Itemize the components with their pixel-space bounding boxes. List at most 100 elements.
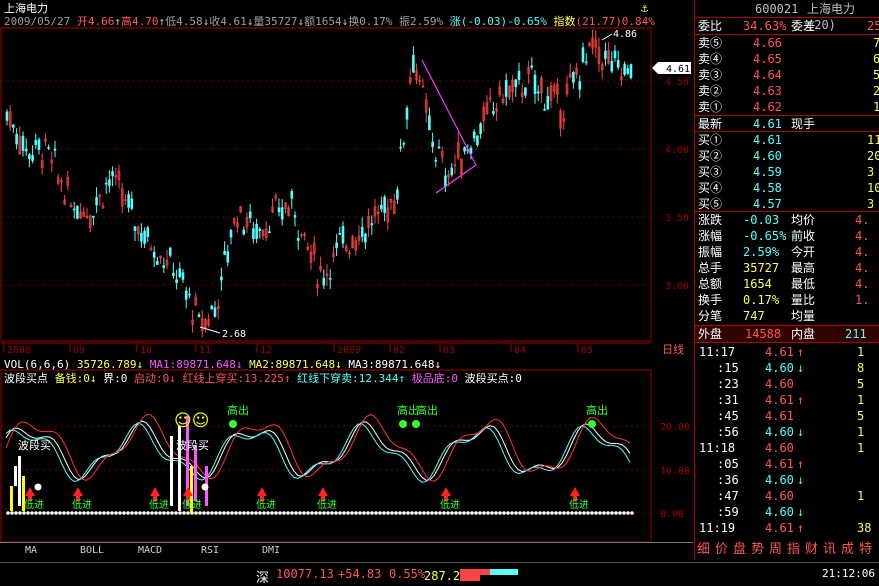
- tick-row: 11:18 4.60 1: [695, 440, 879, 456]
- bid-label: 买③: [698, 165, 723, 179]
- candle-body: [341, 226, 345, 244]
- low-in-arrow: [570, 487, 580, 496]
- baseline-dot: [290, 511, 294, 515]
- bid-vol: 10: [867, 181, 879, 195]
- candle-body: [34, 139, 38, 145]
- stat-row: 分笔 747 均量: [695, 308, 879, 324]
- baseline-dot: [58, 511, 62, 515]
- waipan-label: 外盘: [698, 327, 723, 341]
- ask-label: 卖①: [698, 100, 723, 114]
- anchor-icon: ⚓: [641, 1, 649, 15]
- baseline-dot: [302, 511, 306, 515]
- date-tick-label: 02: [393, 345, 405, 356]
- baseline-dot: [70, 511, 74, 515]
- baseline-dot: [450, 511, 454, 515]
- tick-row: :47 4.60 1: [695, 488, 879, 504]
- tick-price: 4.61: [765, 345, 794, 359]
- panel-tab[interactable]: 财: [805, 542, 818, 558]
- baseline-dot: [542, 511, 546, 515]
- bid-row: 买⑤ 4.57 3: [695, 196, 879, 212]
- label-dijin: 低进: [440, 498, 460, 511]
- label-dijin: 低进: [256, 498, 276, 511]
- candle-body: [402, 143, 406, 145]
- stat-label: 分笔: [698, 309, 723, 323]
- tick-time: :47: [717, 489, 739, 503]
- panel-tab[interactable]: 指: [787, 542, 800, 558]
- baseline-dot: [318, 511, 322, 515]
- candle-body: [492, 111, 495, 115]
- baseline-dot: [430, 511, 434, 515]
- baseline-dot: [498, 511, 502, 515]
- baseline-dot: [554, 511, 558, 515]
- candle-body: [616, 60, 620, 68]
- baseline-dot: [86, 511, 90, 515]
- xianshou-label: 现手: [791, 117, 816, 131]
- amp-value: 2.59%: [409, 15, 444, 28]
- baseline-dot: [486, 511, 490, 515]
- tab-rsi[interactable]: RSI: [201, 545, 219, 556]
- baseline-dot: [194, 511, 198, 515]
- panel-tab[interactable]: 细: [697, 542, 710, 558]
- candle-body: [146, 227, 150, 238]
- tab-boll[interactable]: BOLL: [80, 545, 104, 556]
- ask-label: 卖⑤: [698, 36, 723, 50]
- panel-tab[interactable]: 盘: [733, 542, 746, 558]
- bid-label: 买⑤: [698, 197, 723, 211]
- tick-row: :36 4.60 ↓: [695, 472, 879, 488]
- baseline-dot: [282, 511, 286, 515]
- low-in-arrow: [25, 487, 35, 496]
- tick-row: 11:19 4.61 ↑ 38: [695, 520, 879, 536]
- panel-tab[interactable]: 特: [859, 542, 872, 558]
- low-value: 4.58: [176, 15, 203, 28]
- baseline-dot: [42, 511, 46, 515]
- tab-dmi[interactable]: DMI: [262, 545, 280, 556]
- stock-name: 上海电力: [4, 2, 48, 15]
- baseline-dot: [338, 511, 342, 515]
- weicha-label: 委差: [791, 19, 816, 33]
- tab-ma[interactable]: MA: [25, 545, 37, 556]
- baseline-dot: [294, 511, 298, 515]
- baseline-dot: [78, 511, 82, 515]
- tab-macd[interactable]: MACD: [138, 545, 162, 556]
- indicator-tabs: MA BOLL MACD RSI DMI: [0, 542, 693, 560]
- date-tick-label: 10: [140, 345, 152, 356]
- label-boduanmai: 波段买: [18, 438, 51, 452]
- baseline-dot: [370, 511, 374, 515]
- white-dot: [201, 483, 209, 491]
- stat-value2: 4.: [855, 213, 870, 227]
- baseline-dot: [298, 511, 302, 515]
- baseline-dots: [6, 511, 634, 515]
- panel-tab[interactable]: 势: [751, 542, 764, 558]
- panel-tab[interactable]: 成: [841, 542, 854, 558]
- stat-label: 涨幅: [698, 229, 723, 243]
- baseline-dot: [462, 511, 466, 515]
- high-mark-label: 4.86: [613, 29, 637, 40]
- tick-price: 4.61: [765, 521, 794, 535]
- tick-vol: 1: [857, 489, 865, 503]
- baseline-dot: [342, 511, 346, 515]
- tick-vol: 8: [857, 361, 865, 375]
- baseline-dot: [518, 511, 522, 515]
- baseline-dot: [46, 511, 50, 515]
- stat-label2: 今开: [791, 245, 816, 259]
- baseline-dot: [470, 511, 474, 515]
- baseline-dot: [522, 511, 526, 515]
- baseline-dot: [26, 511, 30, 515]
- ask-row: 卖③ 4.64 5: [695, 67, 879, 83]
- baseline-dot: [334, 511, 338, 515]
- baseline-dot: [10, 511, 14, 515]
- baseline-dot: [142, 511, 146, 515]
- baseline-dot: [218, 511, 222, 515]
- last-value: 4.61: [753, 117, 782, 131]
- signal-bar: [14, 466, 17, 486]
- stat-row: 总手 35727 最高 4.: [695, 260, 879, 276]
- candle-body: [431, 141, 434, 147]
- panel-tab[interactable]: 讯: [823, 542, 836, 558]
- kline-chart-area[interactable]: 4.50 4.00 3.50 3.00 4.61 ⚓ 4.86 2.68 2008 09 10 11 1…: [0, 0, 693, 556]
- panel-tab[interactable]: 周: [769, 542, 782, 558]
- clock: 21:12:06: [822, 567, 875, 580]
- price-chart[interactable]: 4.50 4.00 3.50 3.00 4.61 ⚓ 4.86 2.68 2008 09 10 11 1…: [0, 0, 693, 356]
- baseline-dot: [446, 511, 450, 515]
- baseline-dot: [630, 511, 634, 515]
- panel-tab[interactable]: 价: [715, 542, 728, 558]
